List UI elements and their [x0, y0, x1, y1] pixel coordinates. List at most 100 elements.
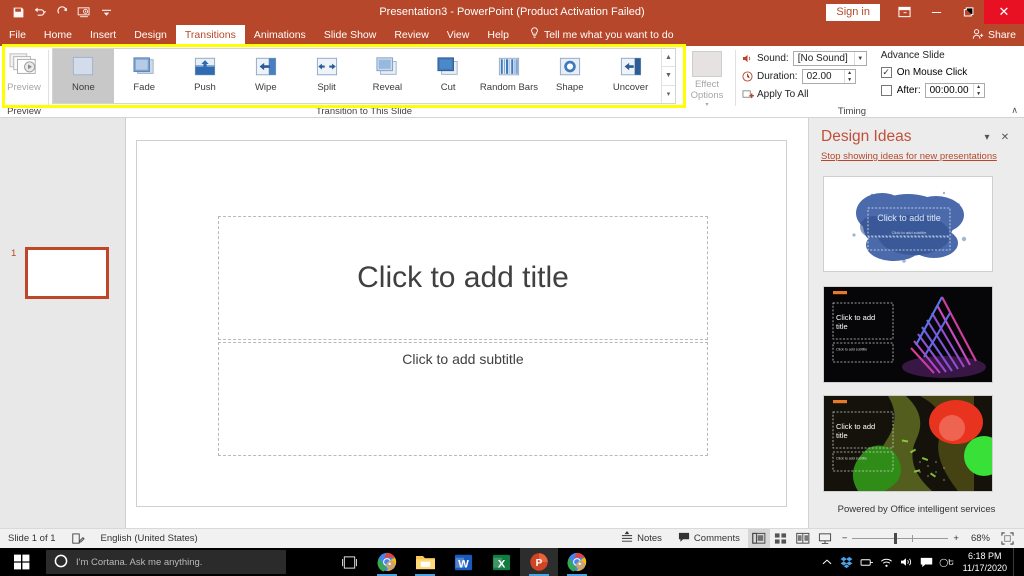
after-checkbox[interactable] — [880, 85, 892, 96]
slide-count-label[interactable]: Slide 1 of 1 — [0, 529, 64, 549]
panel-options-chevron-icon[interactable]: ▾ — [978, 132, 996, 143]
after-spin-buttons[interactable]: ▲ ▼ — [972, 84, 984, 97]
gallery-scroll-down-button[interactable]: ▼ — [661, 67, 675, 86]
excel-taskbar-icon[interactable]: X — [482, 548, 520, 576]
gallery-scroll-up-button[interactable]: ▲ — [661, 49, 675, 68]
slide-sorter-view-button[interactable] — [770, 529, 792, 549]
subtitle-placeholder[interactable]: Click to add subtitle — [218, 342, 708, 456]
start-presentation-icon[interactable] — [74, 2, 94, 22]
workspace: 1 Click to add title Click to add subtit… — [0, 118, 1024, 528]
title-placeholder[interactable]: Click to add title — [218, 216, 708, 340]
zoom-track[interactable] — [852, 533, 949, 544]
slide-thumbnail-pane: 1 — [0, 118, 126, 528]
close-button[interactable]: ✕ — [984, 0, 1024, 24]
slide-show-view-button[interactable] — [814, 529, 836, 549]
collapse-ribbon-button[interactable]: ∧ — [1011, 105, 1018, 116]
input-indicator-icon[interactable]: ◯Ե — [937, 548, 957, 576]
wifi-icon[interactable] — [877, 548, 897, 576]
chrome-second-taskbar-icon[interactable] — [558, 548, 596, 576]
slide-thumbnail-1[interactable] — [25, 247, 109, 299]
undo-icon[interactable] — [30, 2, 50, 22]
transition-random-bars[interactable]: Random Bars — [479, 49, 540, 103]
tab-help[interactable]: Help — [478, 25, 518, 46]
on-mouse-click-label: On Mouse Click — [896, 67, 968, 78]
transition-shape[interactable]: Shape — [539, 49, 600, 103]
redo-icon[interactable] — [52, 2, 72, 22]
on-mouse-click-checkbox[interactable]: ✓ — [880, 67, 892, 78]
show-hidden-icons-button[interactable] — [817, 548, 837, 576]
tab-file[interactable]: File — [0, 25, 35, 46]
cortana-search-box[interactable]: I'm Cortana. Ask me anything. — [46, 550, 286, 574]
accessibility-checker-icon[interactable] — [64, 529, 93, 549]
effect-options-button[interactable]: Effect Options ▾ — [679, 46, 735, 108]
tab-review[interactable]: Review — [385, 25, 437, 46]
after-spinner[interactable]: 00:00.00 ▲ ▼ — [924, 83, 985, 98]
split-transition-icon — [315, 54, 339, 80]
file-explorer-taskbar-icon[interactable] — [406, 548, 444, 576]
notes-button[interactable]: Notes — [613, 529, 670, 549]
comments-button[interactable]: Comments — [670, 529, 748, 549]
tab-transitions[interactable]: Transitions — [175, 25, 245, 46]
volume-icon[interactable] — [897, 548, 917, 576]
share-button[interactable]: Share — [972, 24, 1016, 46]
zoom-out-button[interactable]: − — [842, 533, 848, 544]
tab-slide-show[interactable]: Slide Show — [315, 25, 386, 46]
language-label[interactable]: English (United States) — [93, 529, 206, 549]
gallery-more-button[interactable]: ▾ — [662, 86, 675, 103]
tell-me-search[interactable]: Tell me what you want to do — [518, 24, 682, 46]
powerpoint-taskbar-icon[interactable]: P — [520, 548, 558, 576]
transition-split[interactable]: Split — [296, 49, 357, 103]
taskbar-clock[interactable]: 6:18 PM 11/17/2020 — [957, 550, 1013, 574]
design-idea-organic[interactable]: Click to add title Click to add subtitle — [823, 395, 993, 492]
show-desktop-button[interactable] — [1013, 548, 1018, 576]
tab-home[interactable]: Home — [35, 25, 81, 46]
transition-cut[interactable]: Cut — [418, 49, 479, 103]
transition-uncover-label: Uncover — [612, 82, 649, 93]
transition-push[interactable]: Push — [175, 49, 236, 103]
tab-view[interactable]: View — [438, 25, 479, 46]
transition-uncover[interactable]: Uncover — [600, 49, 661, 103]
none-transition-icon — [71, 54, 95, 80]
tab-animations[interactable]: Animations — [245, 25, 315, 46]
reading-view-button[interactable] — [792, 529, 814, 549]
word-taskbar-icon[interactable]: W — [444, 548, 482, 576]
close-panel-icon[interactable]: ✕ — [996, 132, 1014, 143]
zoom-thumb[interactable] — [894, 533, 898, 544]
minimize-button[interactable] — [920, 0, 952, 24]
sign-in-button[interactable]: Sign in — [826, 3, 880, 21]
zoom-in-button[interactable]: + — [953, 533, 959, 544]
chevron-down-icon[interactable]: ▼ — [853, 52, 866, 65]
action-center-icon[interactable] — [917, 548, 937, 576]
zoom-level-label[interactable]: 68% — [965, 529, 996, 549]
zoom-slider[interactable]: − + — [836, 533, 965, 544]
on-mouse-click-checkbox-row[interactable]: ✓ On Mouse Click — [875, 64, 985, 81]
tab-insert[interactable]: Insert — [81, 25, 125, 46]
duration-spin-buttons[interactable]: ▲ ▼ — [843, 70, 855, 83]
preview-button[interactable]: Preview — [0, 46, 48, 93]
design-idea-neon[interactable]: Click to add title Click to add subtitle — [823, 286, 993, 383]
ribbon-display-options-icon[interactable] — [888, 0, 920, 24]
task-view-icon[interactable] — [330, 548, 368, 576]
taskbar-time: 6:18 PM — [968, 551, 1002, 561]
maximize-button[interactable] — [952, 0, 984, 24]
design-idea-watercolor[interactable]: Click to add title Click to add subtitle — [823, 176, 993, 272]
fit-to-window-icon[interactable] — [996, 529, 1018, 549]
dropbox-icon[interactable] — [837, 548, 857, 576]
duration-spinner[interactable]: 02.00 ▲ ▼ — [801, 69, 856, 84]
transition-none[interactable]: None — [53, 49, 114, 103]
after-checkbox-row[interactable]: After: 00:00.00 ▲ ▼ — [875, 82, 985, 99]
apply-to-all-button[interactable]: Apply To All — [742, 86, 867, 103]
start-button[interactable] — [0, 548, 44, 576]
transition-reveal[interactable]: Reveal — [357, 49, 418, 103]
tab-design[interactable]: Design — [125, 25, 176, 46]
normal-view-button[interactable] — [747, 528, 770, 549]
sound-combobox[interactable]: [No Sound] ▼ — [792, 51, 867, 66]
customize-qat-icon[interactable] — [96, 2, 116, 22]
chrome-taskbar-icon[interactable] — [368, 548, 406, 576]
slide-canvas[interactable]: Click to add title Click to add subtitle — [136, 140, 787, 507]
save-icon[interactable] — [8, 2, 28, 22]
ink-workspace-icon[interactable] — [857, 548, 877, 576]
transition-wipe[interactable]: Wipe — [235, 49, 296, 103]
transition-fade[interactable]: Fade — [114, 49, 175, 103]
stop-showing-ideas-link[interactable]: Stop showing ideas for new presentations — [809, 146, 1024, 162]
